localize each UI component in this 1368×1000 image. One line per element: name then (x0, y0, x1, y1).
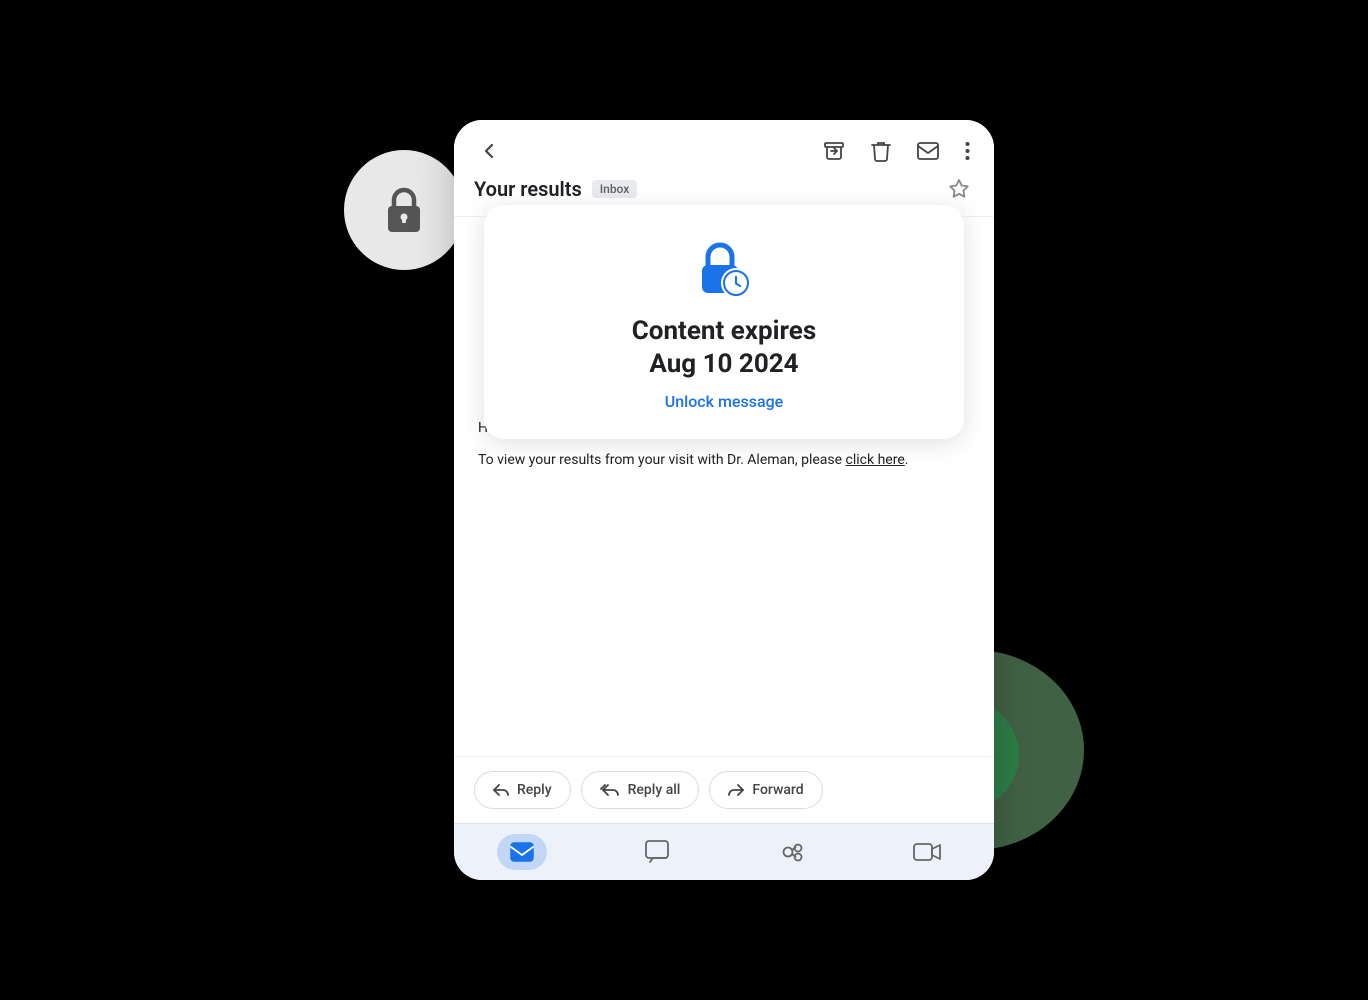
inbox-badge: Inbox (592, 180, 638, 198)
expiry-icon (692, 237, 756, 301)
archive-button[interactable] (819, 136, 849, 166)
forward-label: Forward (752, 782, 803, 798)
unlock-message-link[interactable]: Unlock message (665, 392, 783, 411)
email-card: Your results Inbox (454, 120, 994, 880)
reply-button[interactable]: Reply (474, 771, 571, 809)
delete-button[interactable] (867, 136, 895, 166)
reply-all-label: Reply all (628, 782, 681, 798)
forward-button[interactable]: Forward (709, 771, 822, 809)
star-button[interactable] (944, 174, 974, 204)
lock-icon (380, 184, 428, 236)
bottom-nav (454, 823, 994, 880)
reply-all-button[interactable]: Reply all (581, 771, 700, 809)
lock-circle-decoration (344, 150, 464, 270)
email-subject: Your results (474, 177, 582, 201)
click-here-link[interactable]: click here (846, 452, 905, 468)
reply-bar: Reply Reply all Forward (454, 756, 994, 823)
nav-meet[interactable] (902, 834, 952, 870)
more-options-button[interactable] (961, 137, 974, 165)
subject-row: Your results Inbox (474, 174, 974, 204)
email-header: Your results Inbox (454, 120, 994, 217)
nav-spaces[interactable] (767, 834, 817, 870)
reply-label: Reply (517, 782, 552, 798)
expiry-title: Content expires Aug 10 2024 (632, 315, 816, 380)
expiry-overlay: Content expires Aug 10 2024 Unlock messa… (484, 205, 964, 439)
mark-unread-button[interactable] (913, 138, 943, 164)
back-button[interactable] (474, 136, 504, 166)
email-toolbar (474, 136, 974, 166)
nav-mail[interactable] (497, 834, 547, 870)
nav-chat[interactable] (632, 834, 682, 870)
email-paragraph: To view your results from your visit wit… (478, 449, 970, 471)
